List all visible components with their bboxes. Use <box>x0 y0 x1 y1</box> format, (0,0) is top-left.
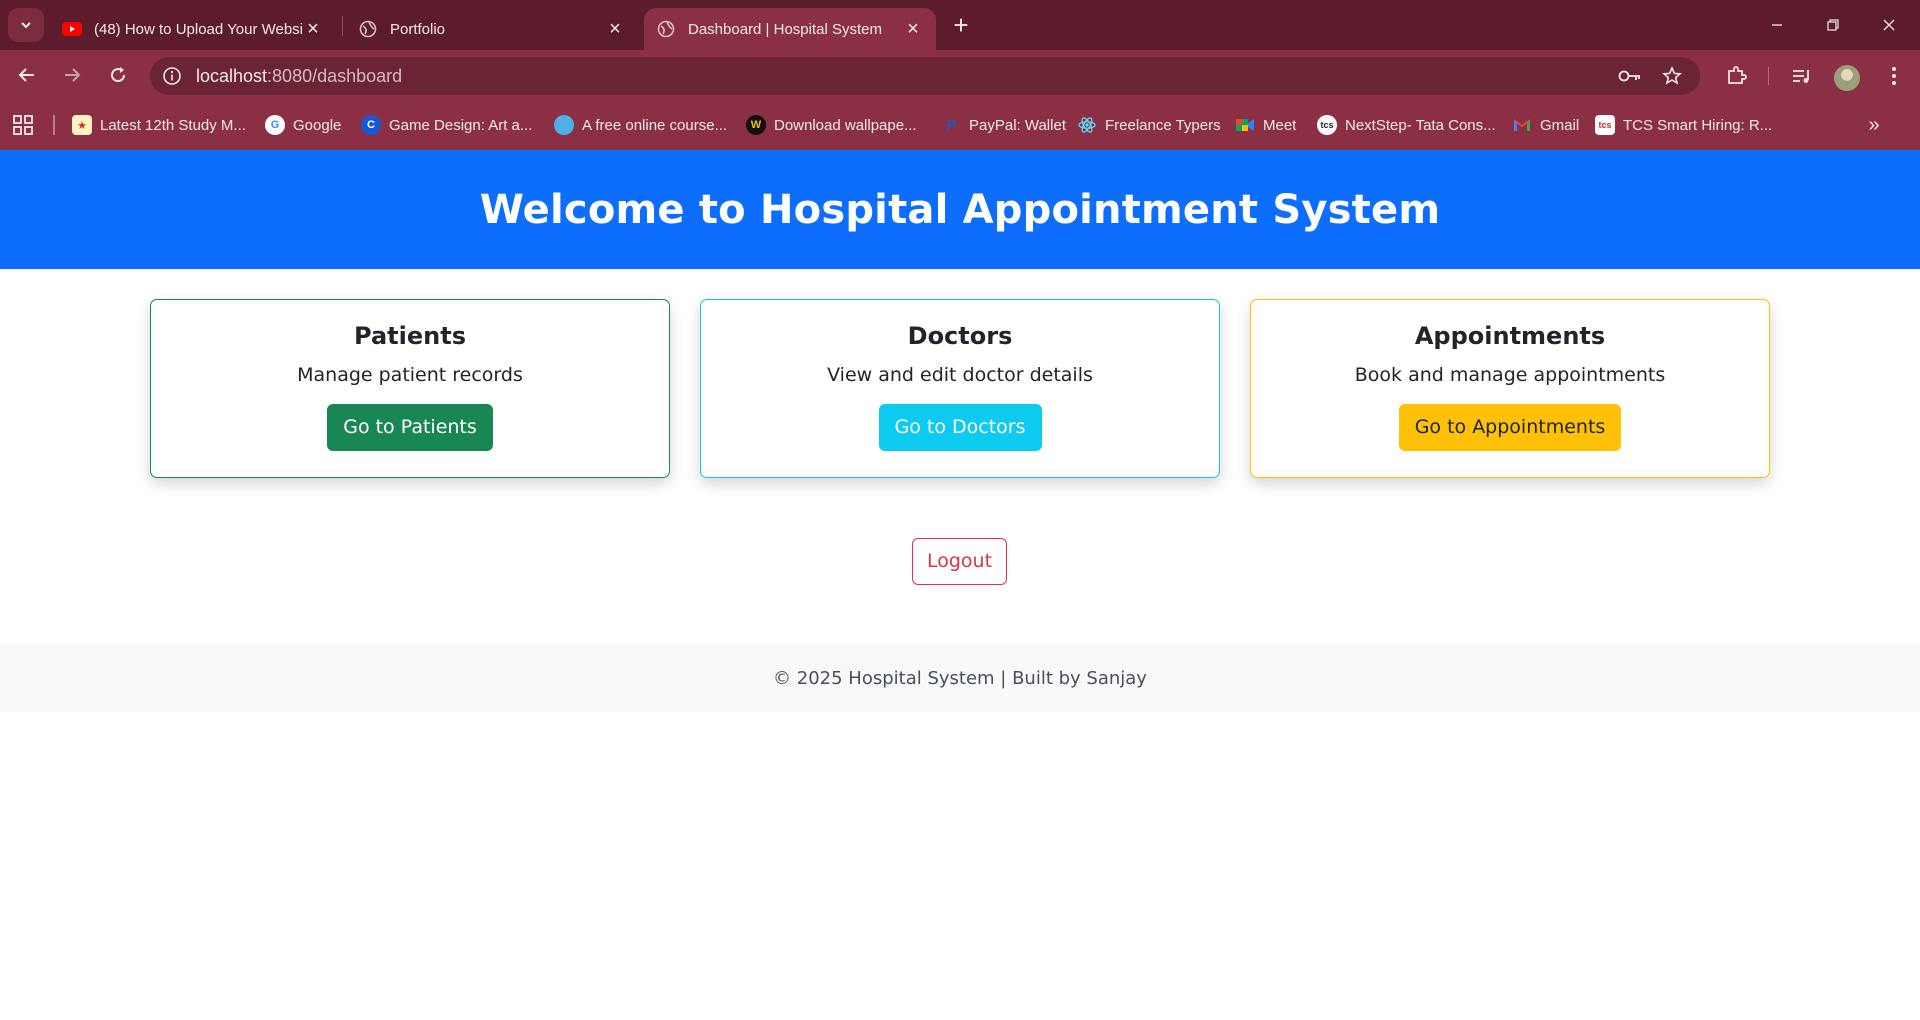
close-icon <box>1883 19 1895 31</box>
bookmark-study-material[interactable]: ★ Latest 12th Study M... <box>72 113 246 137</box>
browser-toolbar: localhost:8080/dashboard <box>0 50 1920 100</box>
bookmark-label: Google <box>293 116 342 134</box>
bookmark-game-design[interactable]: C Game Design: Art a... <box>361 113 532 137</box>
bookmark-label: Latest 12th Study M... <box>100 116 246 134</box>
chevron-double-right-icon[interactable]: » <box>1862 113 1886 137</box>
tab-title: Dashboard | Hospital System <box>688 20 882 38</box>
tab-title: (48) How to Upload Your Websi <box>94 20 302 38</box>
globe-icon <box>656 19 676 39</box>
bookmark-wallpaper[interactable]: W Download wallpape... <box>746 113 917 137</box>
kebab-menu-icon[interactable] <box>1881 63 1907 89</box>
url-path: :8080/dashboard <box>267 66 403 86</box>
bookmark-label: Meet <box>1263 116 1297 134</box>
google-icon: G <box>265 115 285 135</box>
restore-icon <box>1827 19 1839 31</box>
avatar[interactable] <box>1834 65 1860 91</box>
card-title: Doctors <box>907 322 1013 350</box>
close-window-button[interactable] <box>1866 8 1912 42</box>
card-description: Manage patient records <box>297 364 523 386</box>
footer-text: © 2025 Hospital System | Built by Sanjay <box>773 667 1147 689</box>
tab-divider <box>342 16 343 36</box>
arrow-left-icon <box>18 68 34 82</box>
hero-banner: Welcome to Hospital Appointment System <box>0 150 1920 269</box>
reload-icon <box>111 67 126 83</box>
card-title: Appointments <box>1414 322 1606 350</box>
toolbar-divider <box>1768 67 1769 85</box>
tab-portfolio[interactable]: Portfolio × <box>346 8 638 50</box>
appointments-card: Appointments Book and manage appointment… <box>1250 299 1770 478</box>
media-control-icon[interactable] <box>1789 63 1815 89</box>
close-icon[interactable]: × <box>302 18 324 40</box>
url-host: localhost <box>196 66 268 86</box>
bookmark-google[interactable]: G Google <box>265 113 341 137</box>
study-site-icon: ★ <box>72 115 92 135</box>
close-icon[interactable]: × <box>604 18 626 40</box>
close-icon[interactable]: × <box>902 18 924 40</box>
minimize-icon <box>1772 24 1782 26</box>
password-key-icon[interactable] <box>1618 64 1642 88</box>
bookmark-meet[interactable]: Meet <box>1235 113 1296 137</box>
bookmark-free-course[interactable]: A free online course... <box>554 113 727 137</box>
card-description: Book and manage appointments <box>1354 364 1666 386</box>
bookmark-label: Download wallpape... <box>774 116 917 134</box>
youtube-icon <box>62 19 82 39</box>
gmail-icon <box>1512 115 1532 135</box>
bookmark-paypal[interactable]: P PayPal: Wallet <box>941 113 1066 137</box>
meet-icon <box>1235 115 1255 135</box>
doctors-card: Doctors View and edit doctor details Go … <box>700 299 1220 478</box>
address-bar[interactable]: localhost:8080/dashboard <box>150 57 1700 95</box>
bookmark-label: NextStep- Tata Cons... <box>1345 116 1496 134</box>
tab-search-button[interactable] <box>8 8 44 42</box>
tab-title: Portfolio <box>390 20 446 38</box>
star-icon[interactable] <box>1660 64 1684 88</box>
dashboard-page: Welcome to Hospital Appointment System P… <box>0 150 1920 1020</box>
minimize-button[interactable] <box>1754 8 1800 42</box>
bookmark-label: Game Design: Art a... <box>389 116 533 134</box>
arrow-right-icon <box>65 68 81 82</box>
card-description: View and edit doctor details <box>827 364 1093 386</box>
bookmark-label: TCS Smart Hiring: R... <box>1623 116 1773 134</box>
bookmark-label: A free online course... <box>582 116 728 134</box>
tab-youtube[interactable]: (48) How to Upload Your Websi × <box>50 8 336 50</box>
patients-card: Patients Manage patient records Go to Pa… <box>150 299 670 478</box>
paypal-icon: P <box>945 116 956 134</box>
bookmark-nextstep[interactable]: tcs NextStep- Tata Cons... <box>1317 113 1496 137</box>
extensions-icon[interactable] <box>1723 63 1749 89</box>
wallpaper-site-icon: W <box>746 115 766 135</box>
page-title: Welcome to Hospital Appointment System <box>479 186 1441 233</box>
go-to-appointments-button[interactable]: Go to Appointments <box>1398 404 1622 451</box>
tcs-icon: tcs <box>1317 115 1337 135</box>
go-to-patients-button[interactable]: Go to Patients <box>327 404 493 451</box>
bookmark-label: PayPal: Wallet <box>969 116 1066 134</box>
url-text: localhost:8080/dashboard <box>196 66 402 87</box>
globe-icon <box>358 19 378 39</box>
back-button[interactable] <box>11 59 43 91</box>
coursera-icon: C <box>361 115 381 135</box>
bookmark-tcs-smart-hiring[interactable]: tcs TCS Smart Hiring: R... <box>1595 113 1772 137</box>
course-site-icon <box>554 115 574 135</box>
card-title: Patients <box>354 322 466 350</box>
restore-button[interactable] <box>1810 8 1856 42</box>
logout-button[interactable]: Logout <box>912 538 1007 585</box>
apps-grid-icon[interactable] <box>12 114 34 136</box>
reload-button[interactable] <box>102 59 134 91</box>
tab-strip: (48) How to Upload Your Websi × Portfoli… <box>0 0 1920 50</box>
bookmark-freelance-typers[interactable]: Freelance Typers <box>1077 113 1221 137</box>
go-to-doctors-button[interactable]: Go to Doctors <box>878 404 1042 451</box>
react-icon <box>1077 115 1097 135</box>
chevron-down-icon <box>21 22 31 29</box>
footer: © 2025 Hospital System | Built by Sanjay <box>0 644 1920 712</box>
new-tab-button[interactable]: + <box>948 12 974 38</box>
bookmark-label: Freelance Typers <box>1105 116 1221 134</box>
tcs-icon: tcs <box>1595 115 1615 135</box>
bookmark-label: Gmail <box>1540 116 1580 134</box>
bookmarks-bar: ★ Latest 12th Study M... G Google C Game… <box>0 100 1920 150</box>
forward-button[interactable] <box>56 59 88 91</box>
bookmark-gmail[interactable]: Gmail <box>1512 113 1579 137</box>
tab-dashboard[interactable]: Dashboard | Hospital System × <box>644 8 936 50</box>
site-info-icon[interactable] <box>160 64 184 88</box>
bookmarks-divider <box>53 115 55 135</box>
